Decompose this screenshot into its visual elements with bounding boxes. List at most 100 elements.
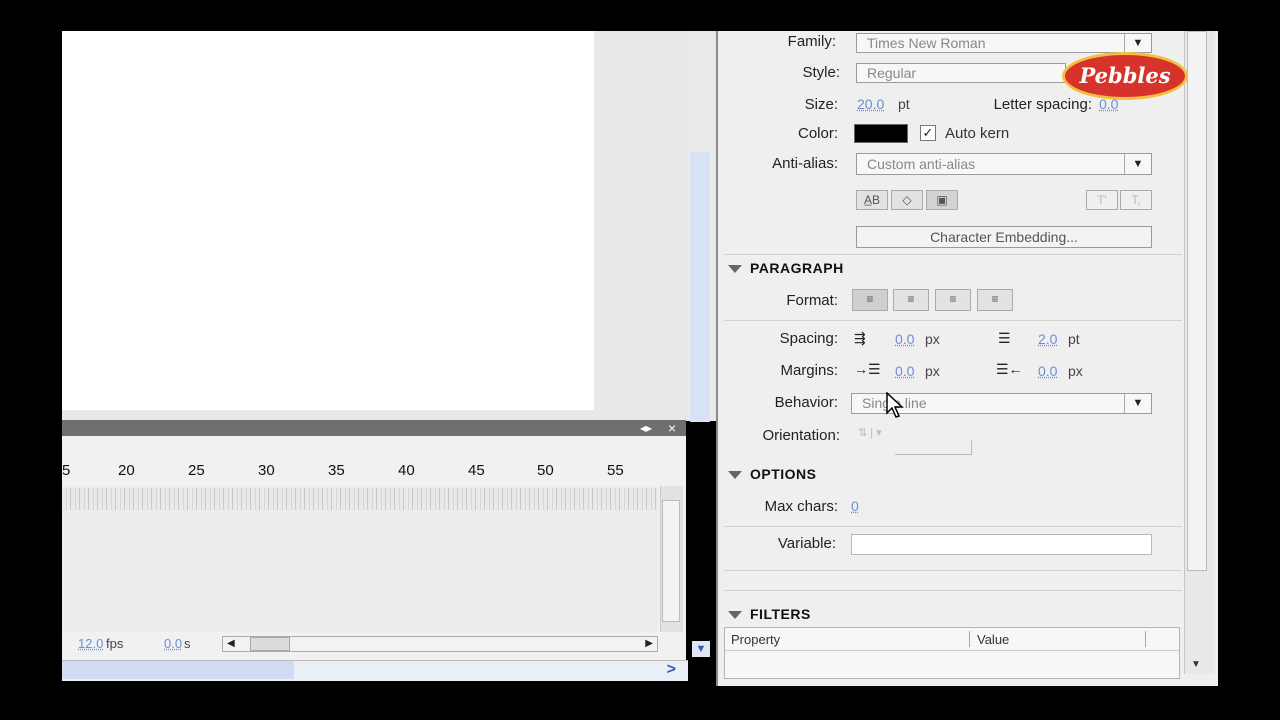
auto-kern-checkbox[interactable]: ✓	[920, 125, 936, 141]
size-label: Size:	[804, 96, 838, 113]
letter-spacing-label: Letter spacing:	[993, 96, 1092, 113]
divider	[724, 570, 1182, 571]
color-label: Color:	[797, 125, 838, 142]
chevron-down-icon[interactable]: ▼	[1124, 34, 1151, 52]
align-right-icon[interactable]: ≡	[935, 289, 971, 311]
collapse-arrows-icon[interactable]: ◂▸	[640, 420, 652, 436]
divider	[724, 526, 1182, 527]
ruler-tick: 30	[258, 462, 275, 479]
properties-scrollbar[interactable]: ▼	[1184, 31, 1215, 674]
paragraph-section-header[interactable]: PARAGRAPH	[728, 260, 844, 276]
variable-label: Variable:	[777, 535, 836, 552]
right-margin-unit: px	[1068, 363, 1083, 379]
scroll-left-icon[interactable]: ◀	[227, 637, 235, 651]
subscript-icon[interactable]: T,	[1120, 190, 1152, 210]
family-label: Family:	[787, 33, 836, 50]
chevron-down-icon[interactable]: ▼	[1124, 394, 1151, 413]
mouse-cursor-icon	[886, 392, 904, 418]
paragraph-section-title: PARAGRAPH	[750, 260, 844, 276]
options-section-header[interactable]: OPTIONS	[728, 466, 817, 482]
line-spacing-icon: ☰	[998, 330, 1011, 346]
indent-unit: px	[925, 331, 940, 347]
font-size-unit: pt	[898, 96, 910, 112]
timeline-titlebar: ◂▸ ×	[62, 420, 686, 436]
collapse-triangle-icon[interactable]	[728, 611, 742, 620]
font-style-dropdown[interactable]: Regular	[856, 63, 1066, 83]
chevron-down-icon[interactable]: ▼	[1124, 154, 1151, 174]
elapsed-time-value: 0.0	[164, 636, 183, 651]
align-center-icon[interactable]: ≡	[893, 289, 929, 311]
stage-scroll-thumb[interactable]	[690, 152, 710, 422]
timeline-hscroll-thumb[interactable]	[250, 637, 290, 651]
align-left-icon[interactable]: ≡	[852, 289, 888, 311]
indent-value[interactable]: 0.0	[895, 331, 914, 347]
show-border-icon[interactable]: ▣	[926, 190, 958, 210]
ruler-tick: 20	[118, 462, 135, 479]
collapse-triangle-icon[interactable]	[728, 265, 742, 274]
auto-kern-label: Auto kern	[945, 125, 1010, 142]
orientation-frame	[895, 440, 972, 455]
value-column-header[interactable]: Value	[977, 632, 1009, 647]
font-family-value: Times New Roman	[867, 35, 986, 51]
filters-section-header[interactable]: FILTERS	[728, 606, 811, 622]
style-label: Style:	[802, 64, 840, 81]
property-column-header[interactable]: Property	[731, 632, 780, 647]
timeline-layer-frames[interactable]	[62, 488, 658, 510]
ruler-tick: 35	[328, 462, 345, 479]
divider	[724, 590, 1182, 591]
character-embedding-button[interactable]: Character Embedding...	[856, 226, 1152, 248]
pebbles-logo: Pebbles	[1062, 52, 1188, 100]
align-justify-icon[interactable]: ≡	[977, 289, 1013, 311]
ruler-tick: 40	[398, 462, 415, 479]
chevron-down-icon[interactable]: ▼	[692, 641, 710, 657]
variable-input[interactable]	[851, 534, 1152, 555]
left-margin-unit: px	[925, 363, 940, 379]
ruler-tick: 25	[188, 462, 205, 479]
font-size-value[interactable]: 20.0	[857, 96, 884, 112]
font-family-dropdown[interactable]: Times New Roman ▼	[856, 33, 1152, 53]
properties-scroll-thumb[interactable]	[1187, 31, 1207, 571]
timeline-frame-ruler: 5 20 25 30 35 40 45 50 55	[62, 460, 658, 484]
collapse-triangle-icon[interactable]	[728, 471, 742, 480]
frame-rate-value[interactable]: 12.0	[78, 636, 103, 651]
format-label: Format:	[786, 292, 838, 309]
column-divider	[1145, 631, 1146, 647]
frame-rate-unit: fps	[106, 636, 124, 651]
options-section-title: OPTIONS	[750, 466, 817, 482]
left-margin-value[interactable]: 0.0	[895, 363, 914, 379]
behavior-label: Behavior:	[774, 394, 838, 411]
max-chars-label: Max chars:	[764, 498, 838, 515]
ruler-tick: 55	[607, 462, 624, 479]
divider	[724, 254, 1182, 255]
anti-alias-value: Custom anti-alias	[867, 156, 976, 172]
stage-canvas[interactable]	[62, 31, 594, 410]
scroll-down-icon[interactable]: ▼	[1191, 659, 1201, 670]
ruler-tick: 45	[468, 462, 485, 479]
orientation-label: Orientation:	[762, 427, 840, 444]
left-margin-icon: →☰	[854, 361, 881, 377]
margins-label: Margins:	[780, 362, 838, 379]
scroll-right-icon[interactable]: ▶	[645, 637, 653, 651]
stage-hscroll-thumb[interactable]	[62, 661, 294, 679]
indent-icon: ⇶	[854, 330, 866, 346]
close-icon[interactable]: ×	[668, 420, 676, 436]
render-html-icon[interactable]: ◇	[891, 190, 923, 210]
line-spacing-value[interactable]: 2.0	[1038, 331, 1057, 347]
superscript-icon[interactable]: T'	[1086, 190, 1118, 210]
anti-alias-dropdown[interactable]: Custom anti-alias ▼	[856, 153, 1152, 175]
elapsed-time-unit: s	[184, 636, 191, 651]
max-chars-value[interactable]: 0	[851, 498, 859, 514]
right-margin-value[interactable]: 0.0	[1038, 363, 1057, 379]
filters-table: Property Value	[724, 627, 1180, 679]
divider	[724, 320, 1182, 321]
ruler-tick: 50	[537, 462, 554, 479]
filters-section-title: FILTERS	[750, 606, 811, 622]
column-divider	[969, 631, 970, 647]
selectable-text-icon[interactable]: A̲B	[856, 190, 888, 210]
color-swatch[interactable]	[854, 124, 908, 143]
scroll-right-arrow-icon[interactable]: >	[667, 661, 676, 679]
font-style-value: Regular	[867, 65, 917, 81]
line-spacing-unit: pt	[1068, 331, 1080, 347]
anti-alias-label: Anti-alias:	[772, 155, 838, 172]
timeline-vscroll-thumb[interactable]	[662, 500, 680, 622]
